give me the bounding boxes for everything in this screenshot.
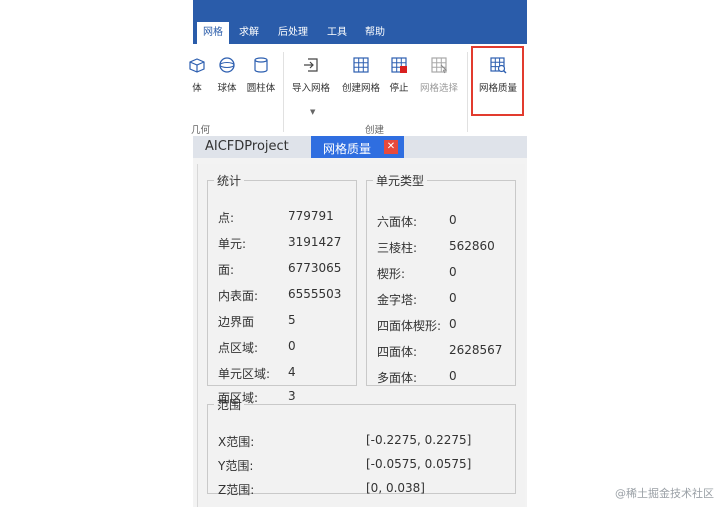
range-group: 范围 X范围: [-0.2275, 0.2275] Y范围: [-0.0575,…	[207, 396, 516, 497]
cell-type-label: 六面体:	[377, 215, 418, 229]
create-mesh-label: 创建网格	[341, 83, 380, 94]
range-value: [-0.2275, 0.2275]	[366, 433, 472, 447]
cell-type-label: 四面体楔形:	[377, 319, 442, 333]
stat-label: 点:	[218, 211, 235, 225]
stat-value: 779791	[288, 209, 334, 223]
tab-tools[interactable]: 工具	[321, 22, 353, 44]
stats-group: 统计 点: 779791 单元: 3191427 面: 6773065 内表面:…	[207, 172, 357, 405]
stat-value: 4	[288, 365, 296, 379]
stat-label: 点区域:	[218, 341, 259, 355]
range-row: Y范围: [-0.0575, 0.0575]	[218, 457, 471, 474]
stat-label: 面:	[218, 263, 235, 277]
tab-mesh-quality[interactable]: 网格质量 ✕	[311, 136, 404, 158]
ribbon-separator	[283, 52, 284, 132]
cell-type-value: 0	[449, 213, 457, 227]
tab-postprocess[interactable]: 后处理	[273, 22, 313, 44]
cell-type-label: 金字塔:	[377, 293, 418, 307]
cell-types-group: 单元类型 六面体: 0 三棱柱: 562860 楔形: 0 金字塔: 0 四面体…	[366, 172, 516, 386]
tab-help[interactable]: 帮助	[359, 22, 391, 44]
document-tab-bar: AICFDProject 网格质量 ✕	[193, 136, 527, 158]
tab-mesh[interactable]: 网格	[197, 22, 229, 44]
cell-type-label: 四面体:	[377, 345, 418, 359]
stat-label: 单元:	[218, 237, 247, 251]
cell-type-row: 金字塔: 0	[377, 291, 457, 308]
tab-solve[interactable]: 求解	[233, 22, 265, 44]
stat-value: 6555503	[288, 287, 342, 301]
cell-type-row: 四面体: 2628567	[377, 343, 502, 360]
cell-types-title: 单元类型	[376, 174, 425, 188]
mesh-quality-panel: 统计 点: 779791 单元: 3191427 面: 6773065 内表面:…	[197, 164, 525, 507]
box-icon	[189, 58, 205, 73]
sphere-button[interactable]: 球体	[213, 56, 241, 106]
import-mesh-button[interactable]: 导入网格	[290, 56, 332, 106]
grid-icon	[353, 57, 369, 73]
cell-type-row: 多面体: 0	[377, 369, 457, 386]
geometry-group-label: 几何	[191, 125, 211, 136]
highlight-box	[471, 46, 524, 116]
grid-stop-icon	[391, 57, 407, 73]
stats-row: 单元: 3191427	[218, 235, 341, 252]
chevron-down-icon[interactable]: ▼	[310, 108, 315, 116]
stats-row: 内表面: 6555503	[218, 287, 341, 304]
mesh-app-window: 网格 求解 后处理 工具 帮助 体 球体 圆柱体 几何 导入网格 ▼ 创建网格 …	[189, 0, 527, 507]
sphere-label: 球体	[217, 83, 237, 94]
partial-body-label: 体	[192, 83, 202, 94]
ribbon-separator	[467, 52, 468, 132]
stat-label: 边界面	[218, 315, 255, 329]
stats-row: 点区域: 0	[218, 339, 296, 356]
cylinder-label: 圆柱体	[246, 83, 276, 94]
create-group-label: 创建	[365, 125, 385, 136]
range-label: Z范围:	[218, 483, 255, 497]
mesh-select-button[interactable]: 网格选择	[417, 56, 461, 106]
range-label: Y范围:	[218, 459, 254, 473]
stat-value: 0	[288, 339, 296, 353]
ribbon-toolbar: 体 球体 圆柱体 几何 导入网格 ▼ 创建网格 停止 网格选择 创建 网格质量	[189, 44, 527, 136]
cell-type-value: 562860	[449, 239, 495, 253]
mesh-select-label: 网格选择	[419, 83, 458, 94]
cylinder-button[interactable]: 圆柱体	[245, 56, 277, 106]
import-icon	[304, 58, 318, 72]
watermark: @稀土掘金技术社区	[615, 487, 714, 500]
stats-row: 单元区域: 4	[218, 365, 296, 382]
stat-label: 内表面:	[218, 289, 259, 303]
cell-type-label: 楔形:	[377, 267, 406, 281]
stats-row: 边界面 5	[218, 313, 296, 330]
stop-label: 停止	[389, 83, 409, 94]
cell-type-row: 六面体: 0	[377, 213, 457, 230]
tab-mesh-quality-label: 网格质量	[323, 142, 372, 156]
cell-type-value: 0	[449, 369, 457, 383]
stat-label: 单元区域:	[218, 367, 271, 381]
partial-body-button[interactable]: 体	[187, 56, 207, 106]
range-row: Z范围: [0, 0.038]	[218, 481, 425, 498]
stat-value: 6773065	[288, 261, 342, 275]
cell-type-value: 0	[449, 317, 457, 331]
stats-row: 面: 6773065	[218, 261, 341, 278]
cell-type-label: 多面体:	[377, 371, 418, 385]
cell-type-value: 0	[449, 265, 457, 279]
menu-bar: 网格 求解 后处理 工具 帮助	[193, 0, 527, 44]
import-mesh-label: 导入网格	[291, 83, 330, 94]
create-mesh-button[interactable]: 创建网格	[339, 56, 383, 106]
range-title: 范围	[217, 398, 242, 412]
sphere-icon	[219, 57, 235, 73]
cell-type-row: 四面体楔形: 0	[377, 317, 457, 334]
cell-type-value: 0	[449, 291, 457, 305]
range-label: X范围:	[218, 435, 255, 449]
range-value: [-0.0575, 0.0575]	[366, 457, 472, 471]
stats-title: 统计	[217, 174, 242, 188]
stat-value: 3191427	[288, 235, 342, 249]
cell-type-row: 楔形: 0	[377, 265, 457, 282]
grid-select-icon	[431, 57, 448, 74]
range-value: [0, 0.038]	[366, 481, 425, 495]
cell-type-label: 三棱柱:	[377, 241, 418, 255]
close-icon[interactable]: ✕	[384, 140, 398, 154]
stop-button[interactable]: 停止	[387, 56, 411, 106]
range-row: X范围: [-0.2275, 0.2275]	[218, 433, 471, 450]
cell-type-row: 三棱柱: 562860	[377, 239, 495, 256]
stats-row: 点: 779791	[218, 209, 334, 226]
cell-type-value: 2628567	[449, 343, 503, 357]
cylinder-icon	[254, 57, 268, 73]
stat-value: 5	[288, 313, 296, 327]
tab-project[interactable]: AICFDProject	[205, 136, 289, 158]
